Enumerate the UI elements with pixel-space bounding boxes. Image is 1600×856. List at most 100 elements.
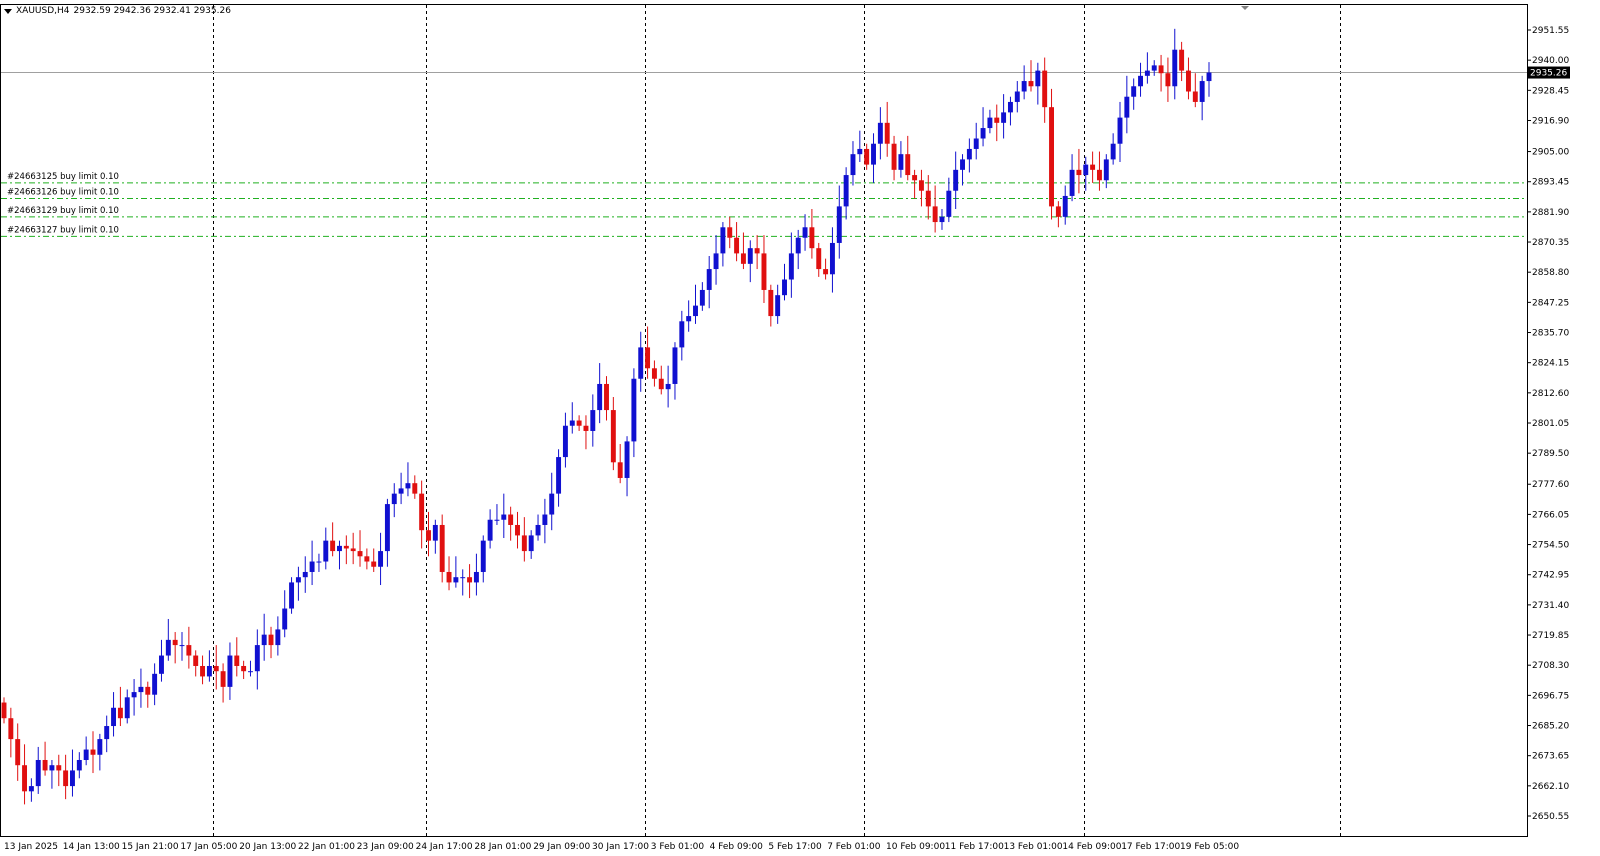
- bear-candle: [467, 577, 473, 583]
- bear-candle: [350, 548, 356, 552]
- bull-candle: [138, 686, 144, 693]
- bear-candle: [200, 665, 206, 677]
- bull-candle: [473, 571, 479, 583]
- bull-candle: [699, 289, 705, 306]
- x-tick-label: 30 Jan 17:00: [592, 842, 649, 852]
- bull-candle: [638, 347, 644, 379]
- y-tick-label: 2673.65: [1532, 752, 1569, 762]
- bull-candle: [302, 571, 308, 578]
- x-tick-label: 22 Jan 01:00: [298, 842, 355, 852]
- x-tick-label: 29 Jan 09:00: [533, 842, 590, 852]
- bear-candle: [63, 770, 69, 787]
- order-label: #24663125 buy limit 0.10: [7, 172, 119, 182]
- bear-candle: [56, 765, 62, 771]
- price-chart[interactable]: #24663125 buy limit 0.10 #24663126 buy li…: [0, 0, 1600, 856]
- y-tick-label: 2801.05: [1532, 419, 1569, 429]
- bull-candle: [1172, 49, 1178, 87]
- bull-candle: [206, 665, 212, 677]
- bear-candle: [925, 190, 931, 207]
- y-tick-label: 2650.55: [1532, 812, 1569, 822]
- bear-candle: [727, 227, 733, 238]
- bear-candle: [343, 545, 349, 549]
- bull-candle: [1014, 91, 1020, 102]
- bull-candle: [850, 154, 856, 176]
- x-tick-label: 11 Feb 17:00: [945, 842, 1004, 852]
- bull-candle: [289, 582, 295, 609]
- current-price-label: 2935.26: [1530, 69, 1567, 79]
- y-tick-label: 2766.05: [1532, 510, 1569, 520]
- y-tick-label: 2824.15: [1532, 359, 1569, 369]
- order-label: #24663127 buy limit 0.10: [7, 225, 119, 235]
- bear-candle: [521, 535, 527, 552]
- bull-candle: [528, 535, 534, 552]
- bear-candle: [1096, 169, 1102, 181]
- y-tick-label: 2928.45: [1532, 86, 1569, 96]
- bull-candle: [501, 514, 507, 520]
- y-tick-label: 2708.30: [1532, 661, 1569, 671]
- bear-candle: [912, 175, 918, 181]
- x-tick-label: 13 Jan 2025: [4, 842, 58, 852]
- bull-candle: [337, 545, 342, 552]
- x-tick-label: 15 Jan 21:00: [122, 842, 179, 852]
- bear-candle: [426, 530, 431, 541]
- bear-candle: [220, 671, 226, 687]
- bull-candle: [802, 227, 808, 238]
- bull-candle: [898, 154, 904, 170]
- bull-candle: [624, 441, 630, 478]
- x-tick-label: 13 Feb 01:00: [1004, 842, 1063, 852]
- bear-candle: [809, 227, 815, 249]
- bull-candle: [980, 128, 986, 139]
- bull-candle: [378, 551, 384, 567]
- bull-candle: [316, 561, 322, 563]
- bull-candle: [28, 786, 34, 792]
- bear-candle: [213, 665, 219, 672]
- bull-candle: [1103, 159, 1109, 181]
- bull-candle: [720, 227, 726, 254]
- bear-candle: [1055, 206, 1061, 217]
- bull-candle: [1110, 143, 1116, 160]
- x-tick-label: 10 Feb 09:00: [886, 842, 945, 852]
- bull-candle: [946, 190, 952, 217]
- chart-header: XAUUSD,H4 2932.59 2942.36 2932.41 2935.2…: [4, 4, 231, 18]
- bull-candle: [70, 770, 75, 787]
- bull-candle: [597, 383, 603, 411]
- chart-window[interactable]: #24663125 buy limit 0.10 #24663126 buy li…: [0, 0, 1600, 856]
- bear-candle: [1, 702, 7, 719]
- bull-candle: [966, 148, 972, 160]
- chart-shift-marker[interactable]: [1241, 6, 1249, 10]
- y-tick-label: 2742.95: [1532, 571, 1569, 581]
- x-tick-label: 14 Feb 09:00: [1062, 842, 1121, 852]
- bull-candle: [1069, 169, 1075, 196]
- bull-candle: [693, 305, 698, 317]
- bear-candle: [234, 655, 240, 666]
- dropdown-triangle-icon[interactable]: [4, 8, 12, 14]
- x-tick-label: 17 Jan 05:00: [180, 842, 237, 852]
- bull-candle: [83, 749, 89, 760]
- bull-candle: [665, 383, 671, 390]
- bear-candle: [932, 206, 938, 223]
- bear-candle: [8, 718, 14, 740]
- y-tick-label: 2789.50: [1532, 449, 1569, 459]
- bull-candle: [1007, 101, 1013, 113]
- bull-candle: [843, 175, 849, 207]
- bull-candle: [1206, 72, 1212, 82]
- x-tick-label: 5 Feb 17:00: [768, 842, 822, 852]
- bull-candle: [159, 655, 164, 674]
- bull-candle: [49, 765, 55, 771]
- bull-candle: [1001, 112, 1007, 123]
- bull-candle: [124, 697, 130, 719]
- bear-candle: [576, 420, 582, 426]
- bear-candle: [610, 410, 616, 463]
- bull-candle: [76, 759, 82, 771]
- bear-candle: [357, 551, 363, 557]
- bull-candle: [1138, 75, 1143, 87]
- bull-candle: [836, 206, 842, 243]
- bear-candle: [508, 514, 514, 525]
- y-tick-label: 2881.90: [1532, 208, 1569, 218]
- bull-candle: [953, 169, 959, 191]
- y-tick-label: 2905.00: [1532, 148, 1569, 158]
- bull-candle: [398, 488, 404, 494]
- bull-candle: [542, 514, 548, 525]
- bull-candle: [549, 493, 555, 515]
- y-tick-label: 2858.80: [1532, 268, 1569, 278]
